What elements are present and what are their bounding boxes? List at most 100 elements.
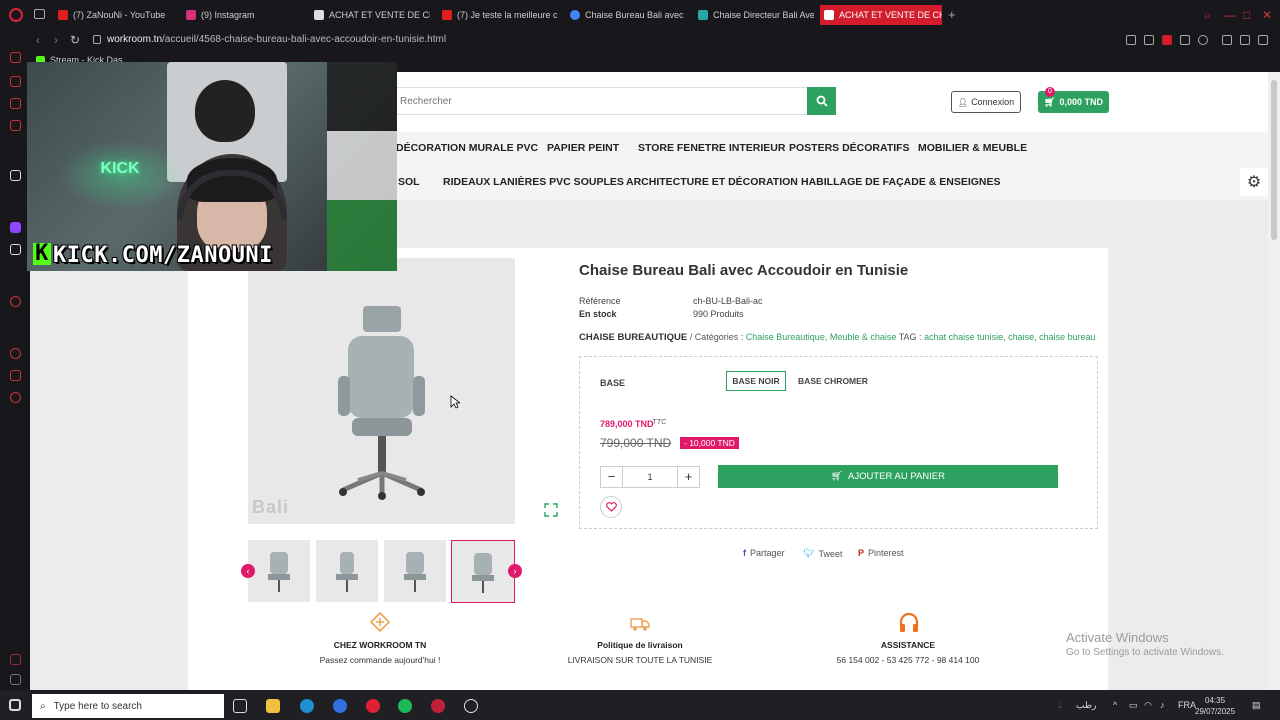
history-icon[interactable] — [10, 348, 21, 359]
windows-start-icon[interactable] — [9, 699, 21, 711]
option-base-noir[interactable]: BASE NOIR — [726, 371, 786, 391]
menu-architecture[interactable]: ARCHITECTURE ET DÉCORATION — [626, 176, 798, 188]
tab-google[interactable]: Chaise Bureau Bali avec — [566, 5, 686, 25]
spotify-icon[interactable] — [398, 699, 412, 713]
feature-title: CHEZ WORKROOM TN — [333, 640, 427, 650]
screenshot-icon[interactable] — [1144, 35, 1154, 45]
scrollbar-thumb[interactable] — [1271, 80, 1277, 240]
maximize-icon[interactable]: □ — [1243, 8, 1250, 22]
login-button[interactable]: 👤︎ Connexion — [951, 91, 1021, 113]
tab-youtube[interactable]: (7) ZaNouNi - YouTube — [54, 5, 174, 25]
twitch-icon[interactable] — [10, 222, 21, 233]
search-button[interactable] — [807, 87, 836, 115]
tag-label: TAG : — [898, 332, 922, 342]
network-icon[interactable]: ▭ — [1129, 700, 1138, 711]
feature-title: Politique de livraison — [597, 640, 683, 650]
tab-instagram[interactable]: (9) Instagram — [182, 5, 302, 25]
thumbnail[interactable] — [248, 540, 310, 602]
settings-icon[interactable] — [10, 392, 21, 403]
profile-icon[interactable] — [1222, 35, 1232, 45]
more-icon[interactable] — [10, 674, 21, 685]
qty-value[interactable]: 1 — [623, 467, 677, 487]
file-explorer-icon[interactable] — [266, 699, 280, 713]
menu-decoration-murale[interactable]: DÉCORATION MURALE PVC — [396, 142, 538, 154]
player-icon[interactable] — [10, 296, 21, 307]
thumbnail-selected[interactable] — [451, 540, 515, 603]
tab-workroom-active[interactable]: ACHAT ET VENTE DE CH — [820, 5, 942, 25]
minimize-icon[interactable]: — — [1224, 8, 1236, 22]
wifi-icon[interactable]: ◠ — [1144, 700, 1152, 711]
volume-icon[interactable]: ♪ — [1160, 700, 1165, 710]
tab-overview-icon[interactable] — [34, 9, 45, 19]
product-main-image[interactable]: Bali — [248, 258, 515, 524]
wishlist-button[interactable] — [600, 496, 622, 518]
snapshot-icon[interactable] — [1126, 35, 1136, 45]
adblock-icon[interactable] — [1162, 35, 1172, 45]
mail-icon[interactable] — [10, 120, 21, 131]
taskbar-clock[interactable]: 04:35 29/07/2025 — [1195, 695, 1235, 717]
thumb-prev-button[interactable]: ‹ — [241, 564, 255, 578]
qty-plus-button[interactable]: + — [677, 467, 699, 487]
ai-icon[interactable] — [10, 170, 21, 181]
menu-rideaux[interactable]: RIDEAUX LANIÈRES PVC SOUPLES — [443, 176, 624, 188]
product-title: Chaise Bureau Bali avec Accoudoir en Tun… — [579, 262, 909, 279]
menu-habillage[interactable]: HABILLAGE DE FAÇADE & ENSEIGNES — [801, 176, 1001, 188]
share-twitter[interactable]: 🐦︎ Tweet — [803, 548, 842, 559]
thumbnail[interactable] — [384, 540, 446, 602]
task-view-icon[interactable] — [233, 699, 247, 713]
forward-icon[interactable]: › — [54, 33, 58, 47]
qty-minus-button[interactable]: − — [601, 467, 623, 487]
notifications-icon[interactable]: ▤ — [1252, 700, 1261, 711]
tray-chevron-up-icon[interactable]: ^ — [1113, 700, 1117, 710]
weather-icon[interactable]: 💧︎ — [1058, 700, 1062, 711]
share-pinterest[interactable]: P Pinterest — [858, 548, 904, 558]
flow-icon[interactable] — [10, 370, 21, 381]
new-tab-icon[interactable]: + — [948, 7, 956, 22]
heart-icon[interactable] — [1198, 35, 1208, 45]
app-icon[interactable] — [366, 699, 380, 713]
option-base-chromer[interactable]: BASE CHROMER — [796, 371, 870, 391]
settings-panel-button[interactable]: ⚙ — [1240, 168, 1268, 196]
messenger-icon[interactable] — [10, 76, 21, 87]
clock-time: 04:35 — [1205, 696, 1226, 705]
thumbnail[interactable] — [316, 540, 378, 602]
menu-icon[interactable] — [1258, 35, 1268, 45]
tab-chaise-directeur[interactable]: Chaise Directeur Bali Ave — [694, 5, 814, 25]
reload-icon[interactable]: ↻ — [70, 33, 80, 47]
category-main[interactable]: CHAISE BUREAUTIQUE — [579, 332, 687, 343]
menu-store[interactable]: STORE FENETRE INTERIEUR — [638, 142, 785, 154]
page-scrollbar[interactable] — [1268, 72, 1280, 690]
menu-posters[interactable]: POSTERS DÉCORATIFS — [789, 142, 910, 154]
discount-badge: - 10,000 TND — [680, 437, 739, 449]
add-to-cart-button[interactable]: 🛒︎ AJOUTER AU PANIER — [718, 465, 1058, 488]
extensions-icon[interactable] — [10, 654, 21, 665]
edge-icon[interactable] — [300, 699, 314, 713]
stock-value: 990 Produits — [693, 309, 744, 319]
menu-papier-peint[interactable]: PAPIER PEINT — [547, 142, 619, 154]
taskbar-search[interactable]: ⌕ Type here to search — [32, 694, 224, 718]
menu-mobilier[interactable]: MOBILIER & MEUBLE — [918, 142, 1027, 154]
url-field[interactable]: workroom.tn/accueil/4568-chaise-bureau-b… — [93, 34, 446, 45]
x-icon[interactable] — [10, 244, 21, 255]
search-input[interactable] — [391, 88, 771, 114]
tab-youtube-2[interactable]: (7) Je teste la meilleure c — [438, 5, 558, 25]
thumb-next-button[interactable]: › — [508, 564, 522, 578]
search-tabs-icon[interactable]: ⌕ — [1204, 8, 1211, 23]
opera-logo-icon[interactable] — [9, 8, 23, 22]
back-icon[interactable]: ‹ — [36, 33, 40, 47]
download-icon[interactable] — [1240, 35, 1250, 45]
player-icon[interactable] — [1180, 35, 1190, 45]
tab-workroom-1[interactable]: ACHAT ET VENTE DE CH — [310, 5, 430, 25]
whatsapp-icon[interactable] — [10, 98, 21, 109]
obs-icon[interactable] — [464, 699, 478, 713]
categories-links[interactable]: Chaise Bureautique, Meuble & chaise — [746, 332, 897, 342]
tag-links[interactable]: achat chaise tunisie, chaise, chaise bur… — [924, 332, 1096, 342]
chrome-icon[interactable] — [333, 699, 347, 713]
opera-taskbar-icon[interactable] — [431, 699, 445, 713]
aria-icon[interactable] — [10, 52, 21, 63]
language-indicator[interactable]: FRA — [1178, 700, 1196, 710]
close-icon[interactable]: ✕ — [1262, 8, 1272, 22]
menu-sol[interactable]: SOL — [398, 176, 420, 188]
share-facebook[interactable]: f Partager — [743, 548, 785, 558]
expand-icon[interactable] — [544, 503, 558, 520]
